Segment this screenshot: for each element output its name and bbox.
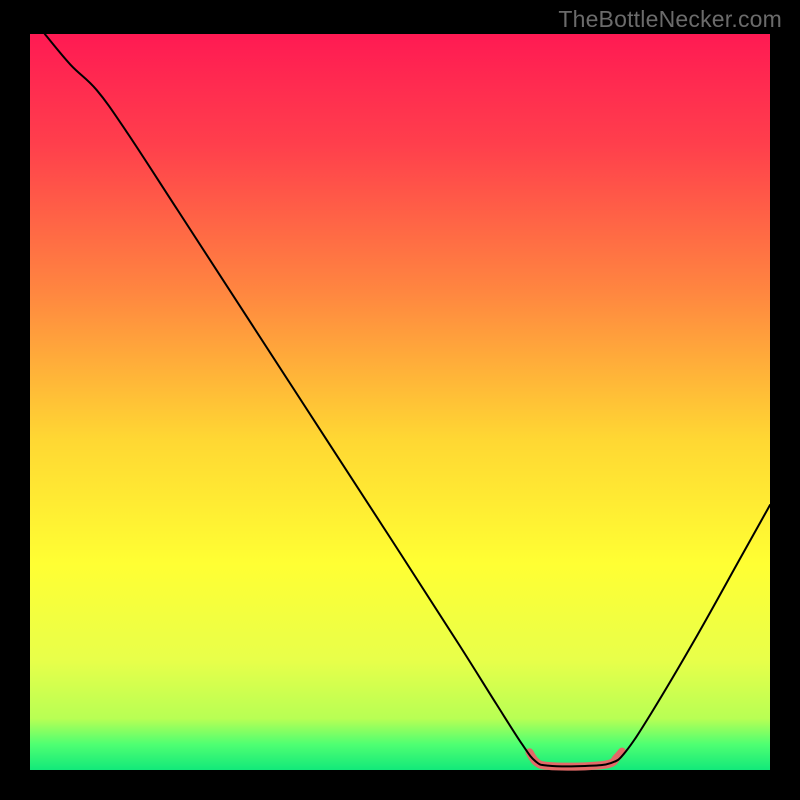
bottleneck-chart [0,0,800,800]
chart-frame: TheBottleNecker.com [0,0,800,800]
plot-background [30,34,770,770]
watermark-text: TheBottleNecker.com [558,6,782,33]
